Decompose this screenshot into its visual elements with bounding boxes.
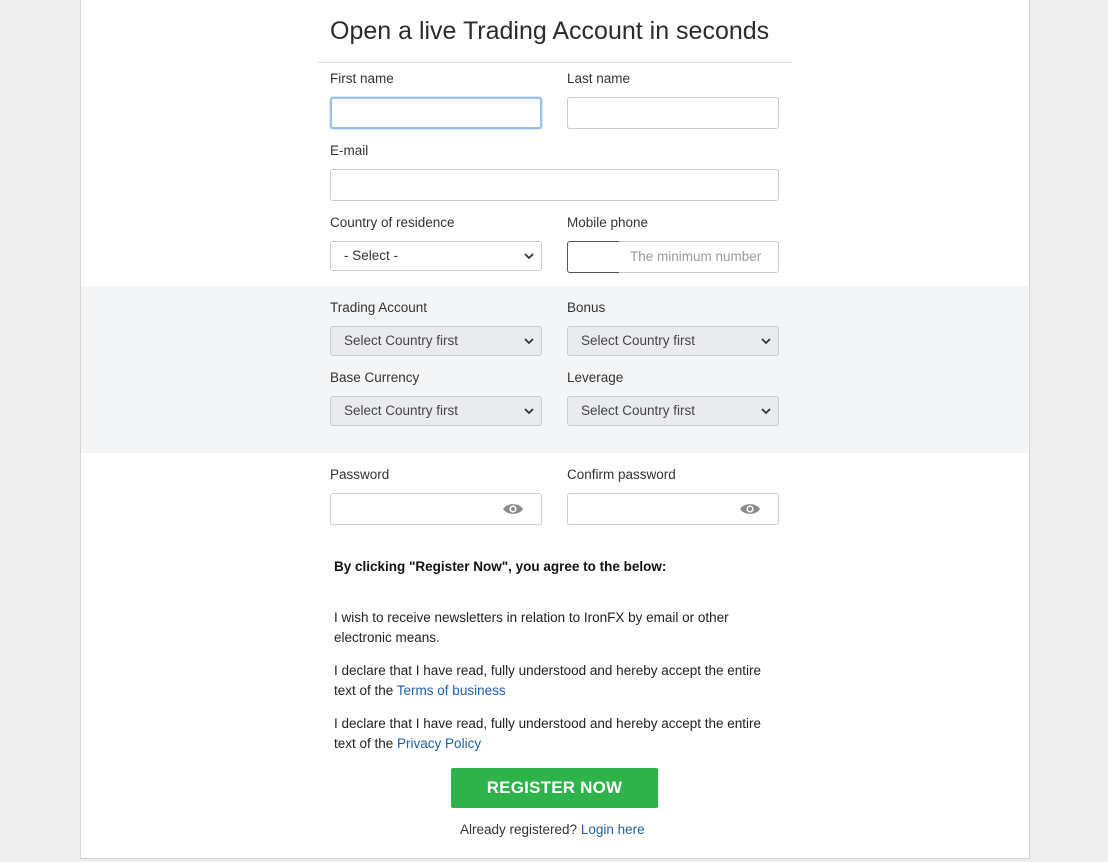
- leverage-select-value: Select Country first: [581, 403, 696, 418]
- terms-of-business-link[interactable]: Terms of business: [397, 683, 506, 698]
- leverage-select[interactable]: Select Country first: [567, 396, 779, 426]
- chevron-down-icon: [524, 408, 534, 415]
- base-currency-select[interactable]: Select Country first: [330, 396, 542, 426]
- base-currency-select-value: Select Country first: [344, 403, 459, 418]
- mobile-phone-placeholder: The minimum number: [630, 249, 762, 264]
- trading-account-label: Trading Account: [330, 300, 428, 315]
- bonus-label: Bonus: [567, 300, 606, 315]
- country-label: Country of residence: [330, 215, 455, 230]
- page-title: Open a live Trading Account in seconds: [330, 17, 770, 45]
- bonus-select[interactable]: Select Country first: [567, 326, 779, 356]
- chevron-down-icon: [524, 338, 534, 345]
- first-name-label: First name: [330, 71, 394, 86]
- chevron-down-icon: [761, 408, 771, 415]
- email-label: E-mail: [330, 143, 369, 158]
- first-name-field[interactable]: [330, 97, 542, 129]
- mobile-label: Mobile phone: [567, 215, 649, 230]
- last-name-label: Last name: [567, 71, 631, 86]
- base-currency-label: Base Currency: [330, 370, 420, 385]
- account-settings-band: [81, 286, 1029, 453]
- bonus-select-value: Select Country first: [581, 333, 696, 348]
- register-now-button[interactable]: REGISTER NOW: [451, 768, 658, 808]
- country-select-value: - Select -: [344, 248, 399, 263]
- eye-icon[interactable]: [502, 502, 524, 516]
- password-label: Password: [330, 467, 390, 482]
- chevron-down-icon: [524, 253, 534, 260]
- already-registered-text: Already registered?: [460, 822, 578, 837]
- terms-declaration: I declare that I have read, fully unders…: [334, 661, 774, 701]
- email-field[interactable]: [330, 169, 779, 201]
- trading-account-select[interactable]: Select Country first: [330, 326, 542, 356]
- mobile-phone-field[interactable]: The minimum number: [619, 241, 779, 273]
- eye-icon[interactable]: [739, 502, 761, 516]
- confirm-password-label: Confirm password: [567, 467, 676, 482]
- chevron-down-icon: [761, 338, 771, 345]
- login-prompt: Already registered? Login here: [460, 822, 645, 837]
- country-select[interactable]: - Select -: [330, 241, 542, 271]
- login-here-link[interactable]: Login here: [581, 822, 645, 837]
- title-divider: [318, 62, 792, 63]
- privacy-policy-link[interactable]: Privacy Policy: [397, 736, 481, 751]
- phone-country-code-field[interactable]: [567, 241, 620, 273]
- trading-account-select-value: Select Country first: [344, 333, 459, 348]
- newsletter-consent-text: I wish to receive newsletters in relatio…: [334, 610, 729, 645]
- last-name-field[interactable]: [567, 97, 779, 129]
- leverage-label: Leverage: [567, 370, 624, 385]
- agreement-heading: By clicking "Register Now", you agree to…: [334, 559, 667, 574]
- privacy-declaration: I declare that I have read, fully unders…: [334, 714, 774, 754]
